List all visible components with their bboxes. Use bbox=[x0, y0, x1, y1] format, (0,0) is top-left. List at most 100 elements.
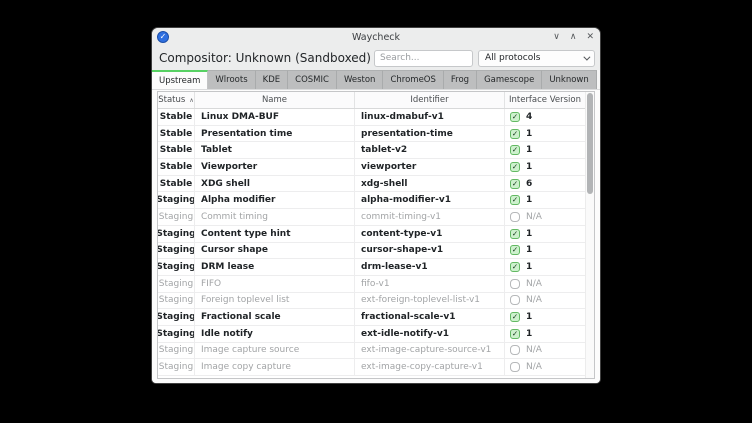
table-row[interactable]: StablePresentation timepresentation-time… bbox=[158, 126, 585, 143]
cell-ident: fractional-scale-v1 bbox=[355, 309, 505, 325]
cell-ident: alpha-modifier-v1 bbox=[355, 192, 505, 208]
table-row[interactable]: StableTablettablet-v2✓1 bbox=[158, 142, 585, 159]
chevron-down-icon bbox=[583, 53, 590, 60]
cell-ident: fifo-v1 bbox=[355, 276, 505, 292]
table-row[interactable]: StagingFractional scalefractional-scale-… bbox=[158, 309, 585, 326]
interface-version-value: N/A bbox=[526, 345, 542, 355]
interface-version-value: 1 bbox=[526, 195, 532, 205]
table-row[interactable]: StableViewporterviewporter✓1 bbox=[158, 159, 585, 176]
cell-name: Image copy capture bbox=[195, 359, 355, 375]
sort-ascending-icon: ∧ bbox=[189, 97, 193, 104]
window-controls: ∨ ∧ ✕ bbox=[553, 28, 594, 46]
unavailable-checkbox-icon bbox=[510, 362, 520, 372]
tab-frog[interactable]: Frog bbox=[444, 70, 477, 89]
cell-name: DRM lease bbox=[195, 259, 355, 275]
table-row[interactable]: StagingForeign toplevel listext-foreign-… bbox=[158, 293, 585, 310]
interface-version-value: 1 bbox=[526, 262, 532, 272]
cell-name: Content type hint bbox=[195, 226, 355, 242]
titlebar[interactable]: ✓ Waycheck ∨ ∧ ✕ bbox=[152, 28, 600, 46]
table-row[interactable]: StagingImage capture sourceext-image-cap… bbox=[158, 343, 585, 360]
protocol-filter-dropdown[interactable]: All protocols bbox=[478, 50, 595, 67]
cell-interface-version: ✓1 bbox=[505, 226, 585, 242]
cell-status: Stable bbox=[158, 126, 195, 142]
tab-gamescope[interactable]: Gamescope bbox=[477, 70, 542, 89]
cell-status: Staging bbox=[158, 192, 195, 208]
column-header-label: Name bbox=[262, 95, 287, 105]
table-row[interactable]: StableLinux DMA-BUFlinux-dmabuf-v1✓4 bbox=[158, 109, 585, 126]
tab-chromeos[interactable]: ChromeOS bbox=[383, 70, 443, 89]
maximize-icon[interactable]: ∧ bbox=[570, 28, 577, 46]
scrollbar-thumb[interactable] bbox=[587, 93, 593, 194]
protocol-table: Status∧ Name IdentifierInterface Version S… bbox=[157, 91, 595, 379]
available-checkbox-icon: ✓ bbox=[510, 112, 520, 122]
tab-cosmic[interactable]: COSMIC bbox=[288, 70, 337, 89]
cell-ident: ext-image-copy-capture-v1 bbox=[355, 359, 505, 375]
vertical-scrollbar[interactable] bbox=[585, 92, 594, 378]
cell-interface-version: N/A bbox=[505, 293, 585, 309]
table-row[interactable]: StagingContent type hintcontent-type-v1✓… bbox=[158, 226, 585, 243]
table-row[interactable]: StagingCursor shapecursor-shape-v1✓1 bbox=[158, 243, 585, 260]
cell-status: Staging bbox=[158, 309, 195, 325]
cell-interface-version: ✓1 bbox=[505, 192, 585, 208]
table-header-row: Status∧ Name IdentifierInterface Version bbox=[158, 92, 585, 109]
cell-ident: ext-foreign-toplevel-list-v1 bbox=[355, 293, 505, 309]
interface-version-value: 1 bbox=[526, 229, 532, 239]
cell-name: Fractional scale bbox=[195, 309, 355, 325]
unavailable-checkbox-icon bbox=[510, 212, 520, 222]
tab-unknown[interactable]: Unknown bbox=[542, 70, 596, 89]
window-title: Waycheck bbox=[152, 32, 600, 43]
cell-name: Viewporter bbox=[195, 159, 355, 175]
table-row[interactable]: StagingFIFOfifo-v1N/A bbox=[158, 276, 585, 293]
table-row[interactable]: StagingAlpha modifieralpha-modifier-v1✓1 bbox=[158, 192, 585, 209]
column-header-name[interactable]: Name bbox=[195, 92, 355, 108]
tab-kde[interactable]: KDE bbox=[256, 70, 289, 89]
cell-name: Tablet bbox=[195, 142, 355, 158]
cell-interface-version: N/A bbox=[505, 276, 585, 292]
available-checkbox-icon: ✓ bbox=[510, 262, 520, 272]
cell-ident: viewporter bbox=[355, 159, 505, 175]
toolbar: Compositor: Unknown (Sandboxed) All prot… bbox=[152, 46, 600, 70]
cell-ident: cursor-shape-v1 bbox=[355, 243, 505, 259]
tab-bar: UpstreamWlrootsKDECOSMICWestonChromeOSFr… bbox=[152, 70, 600, 90]
cell-name: Alpha modifier bbox=[195, 192, 355, 208]
cell-status: Staging bbox=[158, 326, 195, 342]
waycheck-window: ✓ Waycheck ∨ ∧ ✕ Compositor: Unknown (Sa… bbox=[152, 28, 600, 383]
column-header-identifier[interactable]: Identifier bbox=[355, 92, 505, 108]
table-body: StableLinux DMA-BUFlinux-dmabuf-v1✓4Stab… bbox=[158, 109, 585, 376]
interface-version-value: 1 bbox=[526, 162, 532, 172]
cell-interface-version: N/A bbox=[505, 343, 585, 359]
cell-interface-version: ✓1 bbox=[505, 243, 585, 259]
table-row[interactable]: StagingIdle notifyext-idle-notify-v1✓1 bbox=[158, 326, 585, 343]
close-icon[interactable]: ✕ bbox=[586, 28, 594, 46]
cell-status: Staging bbox=[158, 359, 195, 375]
table-row[interactable]: StagingDRM leasedrm-lease-v1✓1 bbox=[158, 259, 585, 276]
column-header-status[interactable]: Status∧ bbox=[158, 92, 195, 108]
cell-name: XDG shell bbox=[195, 176, 355, 192]
cell-name: FIFO bbox=[195, 276, 355, 292]
cell-interface-version: ✓6 bbox=[505, 176, 585, 192]
table-row[interactable]: StagingImage copy captureext-image-copy-… bbox=[158, 359, 585, 376]
cell-ident: xdg-shell bbox=[355, 176, 505, 192]
interface-version-value: 1 bbox=[526, 245, 532, 255]
search-input[interactable] bbox=[374, 50, 473, 67]
interface-version-value: 1 bbox=[526, 312, 532, 322]
available-checkbox-icon: ✓ bbox=[510, 312, 520, 322]
cell-name: Cursor shape bbox=[195, 243, 355, 259]
cell-interface-version: N/A bbox=[505, 209, 585, 225]
table-row[interactable]: StagingCommit timingcommit-timing-v1N/A bbox=[158, 209, 585, 226]
tab-wlroots[interactable]: Wlroots bbox=[208, 70, 255, 89]
tab-weston[interactable]: Weston bbox=[337, 70, 384, 89]
cell-status: Staging bbox=[158, 276, 195, 292]
cell-name: Linux DMA-BUF bbox=[195, 109, 355, 125]
interface-version-value: N/A bbox=[526, 295, 542, 305]
available-checkbox-icon: ✓ bbox=[510, 229, 520, 239]
available-checkbox-icon: ✓ bbox=[510, 129, 520, 139]
interface-version-value: 4 bbox=[526, 112, 532, 122]
cell-ident: commit-timing-v1 bbox=[355, 209, 505, 225]
tab-upstream[interactable]: Upstream bbox=[152, 70, 208, 89]
table-row[interactable]: StableXDG shellxdg-shell✓6 bbox=[158, 176, 585, 193]
minimize-icon[interactable]: ∨ bbox=[553, 28, 560, 46]
column-header-interface-version[interactable]: Interface Version bbox=[505, 92, 585, 108]
available-checkbox-icon: ✓ bbox=[510, 179, 520, 189]
available-checkbox-icon: ✓ bbox=[510, 162, 520, 172]
